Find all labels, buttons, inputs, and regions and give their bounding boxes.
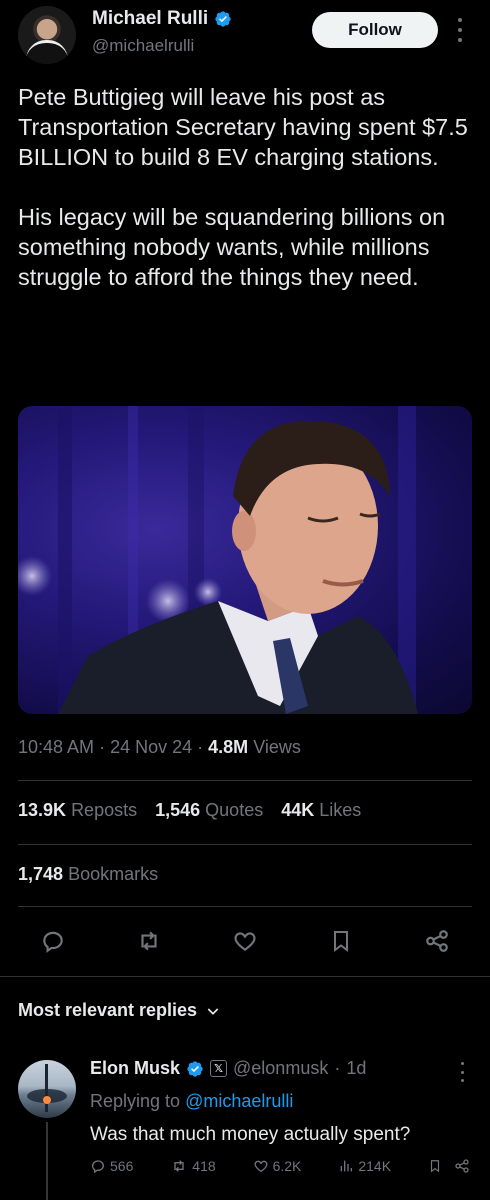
verified-icon	[187, 1060, 203, 1077]
views-label: Views	[253, 737, 301, 757]
author-avatar[interactable]	[18, 6, 76, 64]
divider	[18, 844, 472, 845]
x-logo-icon: 𝕏	[210, 1060, 228, 1077]
divider	[18, 780, 472, 781]
likes-count: 44K	[281, 800, 315, 820]
reposts-count: 13.9K	[18, 800, 67, 820]
views-icon	[341, 1160, 353, 1172]
views-count: 4.8M	[208, 737, 249, 757]
like-icon[interactable]	[230, 926, 260, 956]
reply-replies-button[interactable]: 566	[90, 1158, 133, 1174]
reply-replies-count: 566	[110, 1158, 134, 1174]
likes-stat[interactable]: 44K Likes	[281, 800, 361, 821]
follow-button[interactable]: Follow	[312, 12, 438, 48]
reply-age[interactable]: 1d	[346, 1058, 366, 1079]
more-icon[interactable]	[458, 1062, 466, 1082]
replies-sort-label: Most relevant replies	[18, 1000, 198, 1020]
bookmark-icon[interactable]	[326, 926, 356, 956]
bookmarks-label: Bookmarks	[68, 864, 159, 884]
author-name-row[interactable]: Michael Rulli	[92, 8, 232, 30]
reply-likes-count: 6.2K	[272, 1158, 302, 1174]
reposts-stat[interactable]: 13.9K Reposts	[18, 800, 137, 821]
share-icon[interactable]	[422, 926, 452, 956]
repost-icon[interactable]	[134, 926, 164, 956]
reply-action-bar: 566 418 6.2K 214K	[90, 1158, 470, 1174]
reply-avatar[interactable]	[18, 1060, 76, 1118]
chevron-down-icon	[207, 1007, 219, 1015]
tweet-date[interactable]: 24 Nov 24	[110, 737, 192, 757]
replying-to: Replying to @michaelrulli	[90, 1091, 293, 1112]
reply-author-handle[interactable]: @elonmusk	[233, 1058, 328, 1079]
likes-label: Likes	[319, 800, 362, 820]
reply-icon[interactable]	[38, 926, 68, 956]
photo-illustration	[18, 406, 418, 714]
engagement-stats: 13.9K Reposts 1,546 Quotes 44K Likes	[18, 800, 361, 821]
tweet-photo[interactable]	[18, 406, 472, 714]
tweet-text: Pete Buttigieg will leave his post as Tr…	[18, 84, 468, 290]
reply-icon	[92, 1160, 104, 1174]
quotes-stat[interactable]: 1,546 Quotes	[155, 800, 263, 821]
reply-text: Was that much money actually spent?	[90, 1124, 411, 1145]
reply-header: Elon Musk 𝕏 @elonmusk · 1d	[90, 1058, 367, 1079]
tweet-time[interactable]: 10:48 AM	[18, 737, 94, 757]
reply-views-button[interactable]: 214K	[338, 1158, 391, 1174]
repost-icon	[174, 1160, 184, 1172]
bookmarks-count: 1,748	[18, 864, 64, 884]
author-handle[interactable]: @michaelrulli	[92, 36, 194, 56]
reposts-label: Reposts	[71, 800, 138, 820]
quotes-label: Quotes	[205, 800, 264, 820]
replying-handle-link[interactable]: @michaelrulli	[185, 1091, 293, 1111]
like-icon	[254, 1160, 268, 1173]
reply-author-name[interactable]: Elon Musk	[90, 1058, 180, 1079]
reply-likes-button[interactable]: 6.2K	[253, 1158, 302, 1174]
reply-reposts-button[interactable]: 418	[170, 1158, 216, 1174]
replying-prefix: Replying to	[90, 1091, 181, 1111]
bookmark-icon[interactable]	[428, 1158, 442, 1174]
bookmarks-stat[interactable]: 1,748 Bookmarks	[18, 864, 158, 885]
reply-views-count: 214K	[358, 1158, 392, 1174]
action-bar	[18, 920, 472, 962]
reply-reposts-count: 418	[192, 1158, 216, 1174]
thread-line	[46, 1122, 48, 1200]
divider	[18, 906, 472, 907]
replies-sort-toggle[interactable]: Most relevant replies	[18, 1000, 221, 1021]
verified-icon	[215, 11, 231, 27]
author-name[interactable]: Michael Rulli	[92, 8, 208, 30]
more-icon[interactable]	[455, 18, 465, 42]
quotes-count: 1,546	[155, 800, 201, 820]
divider	[0, 976, 490, 977]
share-icon[interactable]	[454, 1158, 470, 1174]
tweet-meta: 10:48 AM · 24 Nov 24 · 4.8M Views	[18, 737, 301, 757]
